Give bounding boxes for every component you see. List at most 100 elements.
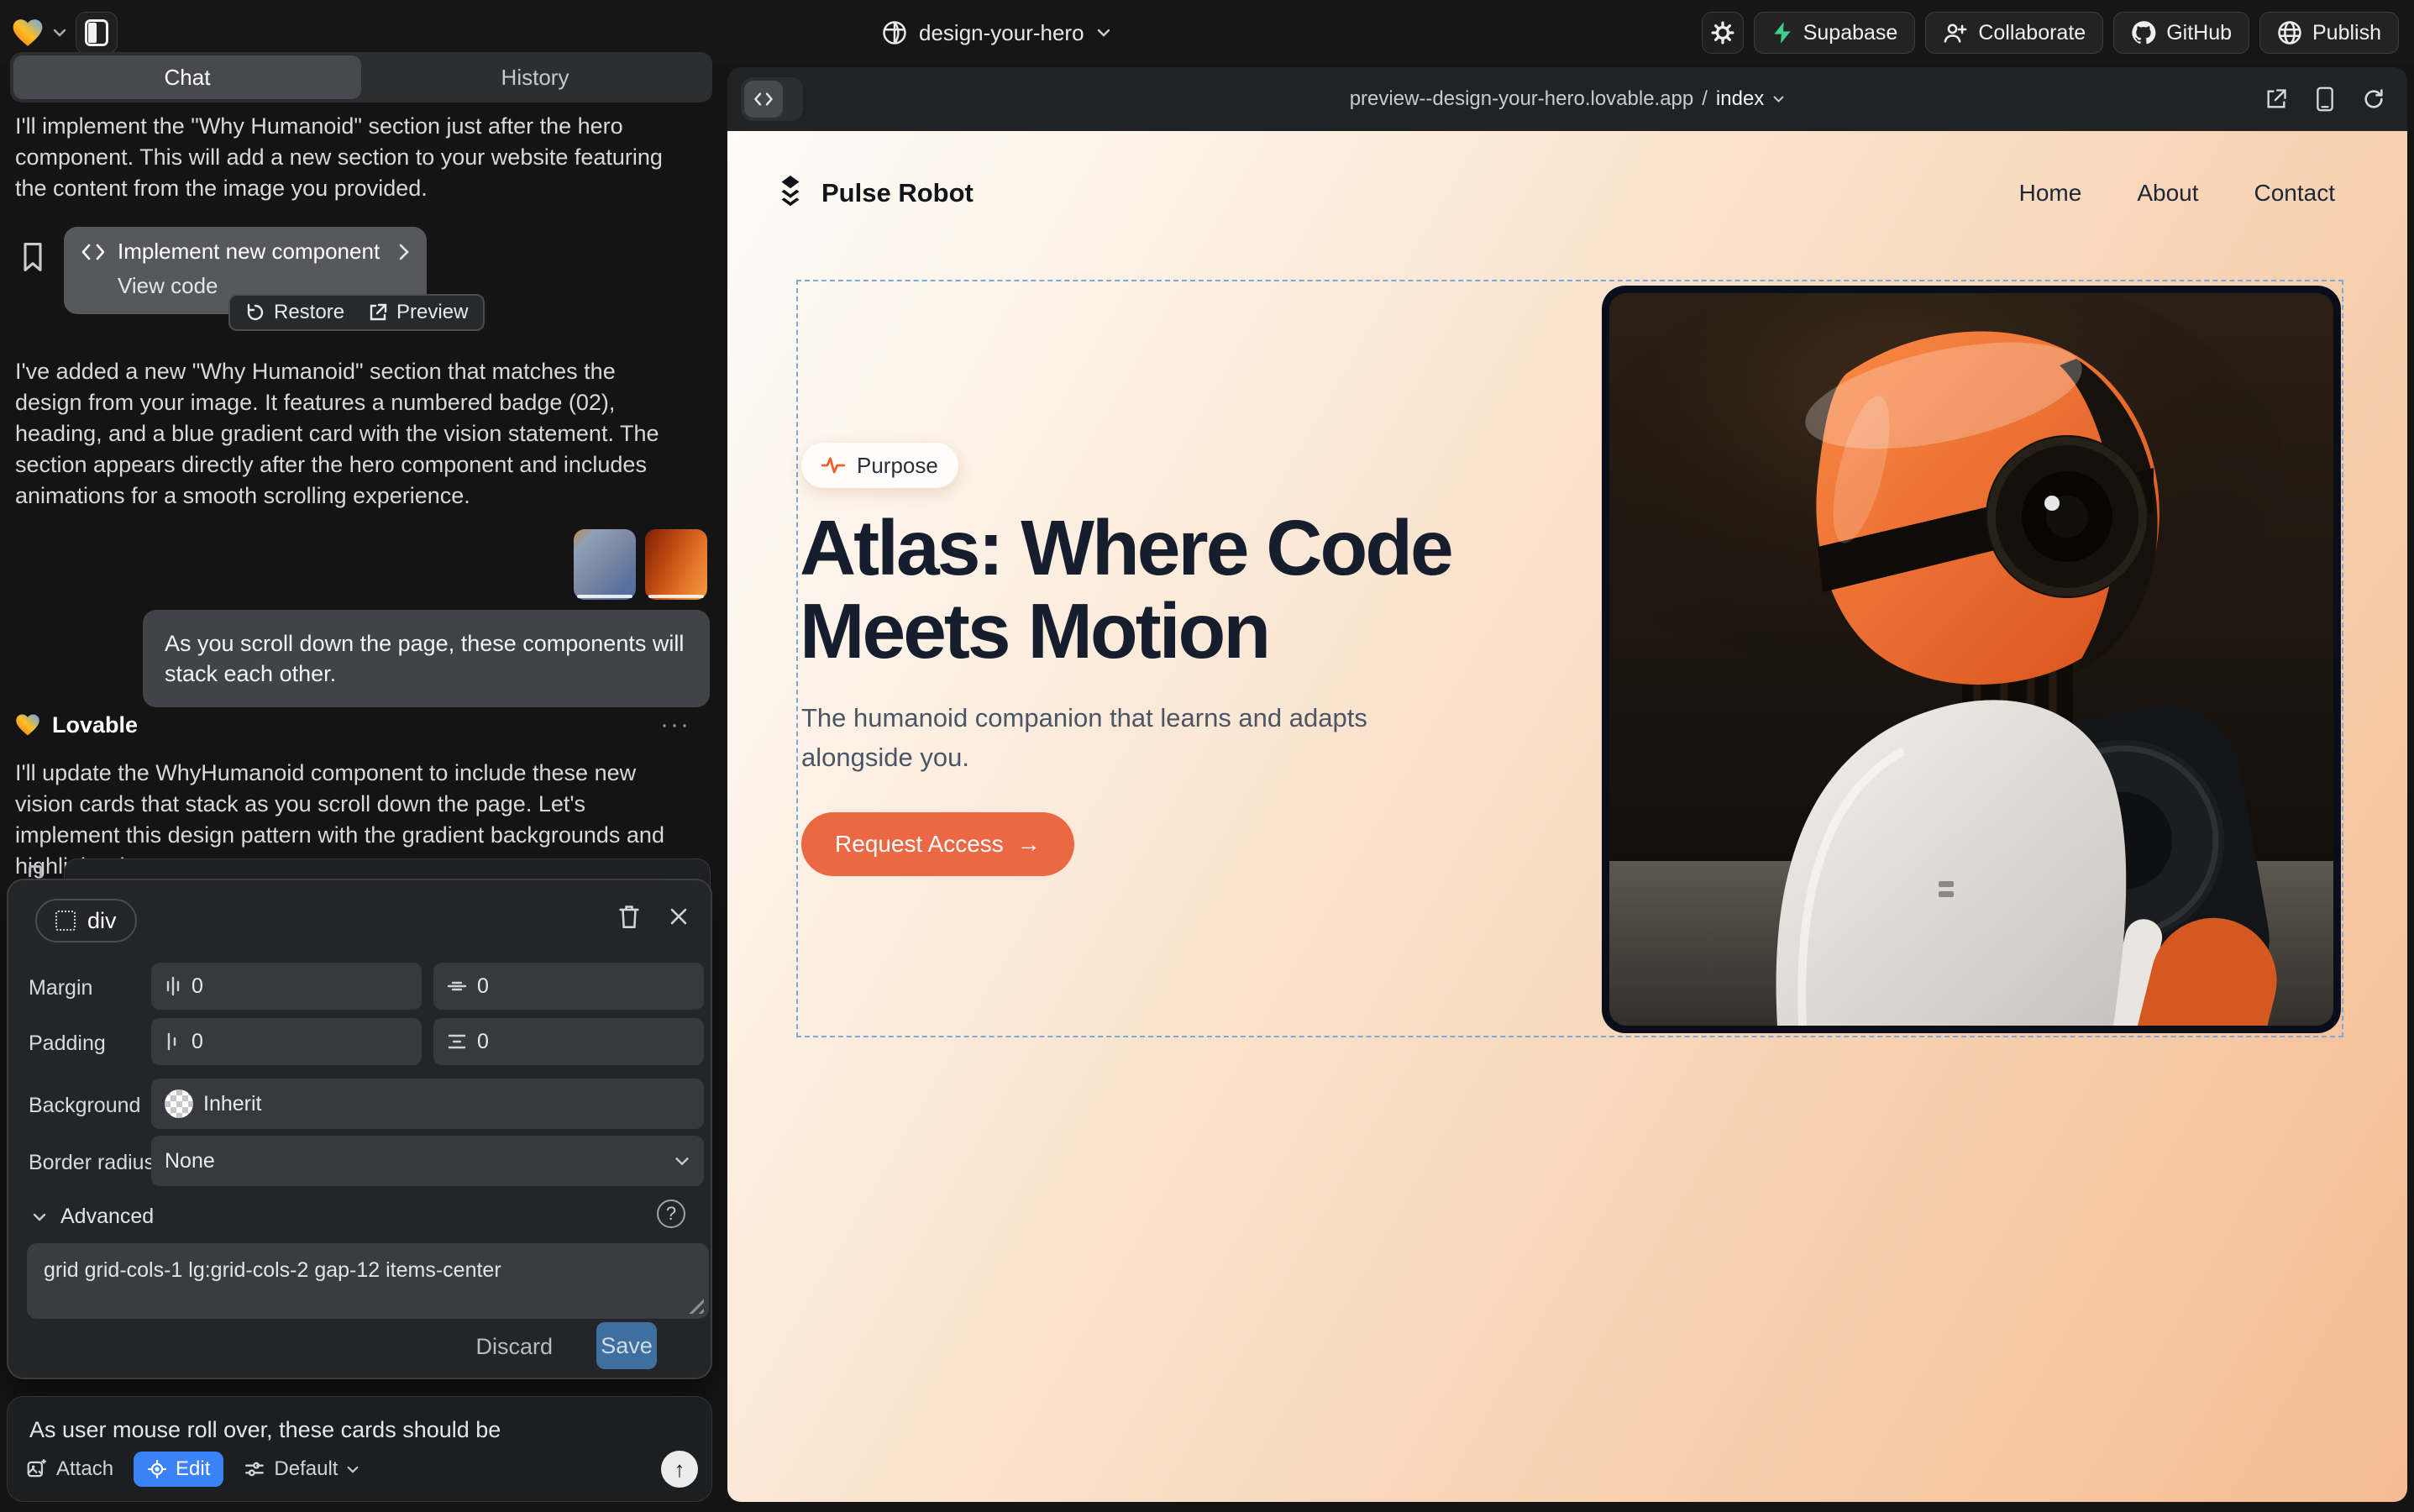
element-inspector-panel: div Margin Padding Background Inherit Bo… bbox=[7, 879, 712, 1379]
nav-contact[interactable]: Contact bbox=[2254, 180, 2336, 207]
chevron-down-icon[interactable] bbox=[52, 28, 67, 38]
code-icon bbox=[81, 243, 106, 261]
chevron-down-icon bbox=[674, 1156, 690, 1167]
sidebar-toggle-button[interactable] bbox=[76, 12, 118, 54]
hero-image-card bbox=[1602, 286, 2341, 1033]
edit-mode-button[interactable]: Edit bbox=[134, 1452, 223, 1487]
trash-icon[interactable] bbox=[618, 904, 640, 929]
site-preview: Pulse Robot Home About Contact Purpose A… bbox=[727, 131, 2407, 1502]
chat-composer[interactable]: As user mouse roll over, these cards sho… bbox=[7, 1396, 712, 1502]
bookmark-icon[interactable] bbox=[22, 242, 44, 272]
restore-icon bbox=[245, 302, 265, 323]
element-tag: div bbox=[87, 908, 117, 934]
transparency-swatch-icon bbox=[165, 1089, 193, 1118]
github-button[interactable]: GitHub bbox=[2113, 12, 2249, 54]
globe-icon bbox=[882, 20, 907, 45]
preview-toolbar: preview--design-your-hero.lovable.app / … bbox=[727, 67, 2407, 131]
site-brand[interactable]: Pulse Robot bbox=[773, 174, 973, 213]
discard-button[interactable]: Discard bbox=[475, 1334, 553, 1360]
site-nav: Home About Contact bbox=[2019, 180, 2335, 207]
arrow-right-icon: → bbox=[1017, 831, 1041, 858]
mobile-view-button[interactable] bbox=[2315, 87, 2335, 112]
settings-button[interactable] bbox=[1702, 12, 1744, 54]
sliders-icon bbox=[244, 1459, 265, 1479]
tab-chat[interactable]: Chat bbox=[13, 55, 361, 99]
project-name: design-your-hero bbox=[919, 20, 1084, 46]
attachment-thumbnail-orange[interactable] bbox=[645, 529, 707, 600]
nav-home[interactable]: Home bbox=[2019, 180, 2082, 207]
preview-url-bar[interactable]: preview--design-your-hero.lovable.app / … bbox=[727, 67, 2407, 131]
external-link-icon bbox=[368, 302, 388, 323]
border-radius-value: None bbox=[165, 1149, 215, 1173]
hero-heading: Atlas: Where Code Meets Motion bbox=[800, 507, 1451, 673]
hero-subtext: The humanoid companion that learns and a… bbox=[801, 698, 1423, 777]
project-switcher[interactable]: design-your-hero bbox=[882, 0, 1111, 66]
preview-url: preview--design-your-hero.lovable.app bbox=[1350, 87, 1694, 111]
padding-y-icon bbox=[447, 1033, 467, 1050]
purpose-badge: Purpose bbox=[801, 443, 958, 488]
save-button[interactable]: Save bbox=[596, 1322, 657, 1369]
margin-vertical-input bbox=[477, 974, 690, 999]
dots-menu-icon[interactable]: ··· bbox=[660, 711, 690, 739]
background-field[interactable]: Inherit bbox=[151, 1079, 704, 1129]
margin-horizontal-field[interactable] bbox=[151, 963, 422, 1010]
preview-button[interactable]: Preview bbox=[368, 301, 468, 324]
lovable-heart-icon[interactable] bbox=[12, 18, 44, 48]
close-icon[interactable] bbox=[669, 906, 689, 927]
publish-globe-icon bbox=[2277, 20, 2302, 45]
advanced-classes-area: grid grid-cols-1 lg:grid-cols-2 gap-12 i… bbox=[27, 1243, 709, 1319]
send-button[interactable]: ↑ bbox=[661, 1451, 698, 1488]
heart-icon bbox=[15, 713, 40, 737]
border-radius-label: Border radius bbox=[29, 1151, 155, 1175]
help-icon[interactable]: ? bbox=[657, 1200, 685, 1228]
site-header: Pulse Robot Home About Contact bbox=[773, 160, 2335, 227]
preview-pane: preview--design-your-hero.lovable.app / … bbox=[727, 67, 2407, 1502]
padding-x-icon bbox=[165, 1032, 181, 1052]
collaborate-icon bbox=[1943, 21, 1968, 45]
refresh-button[interactable] bbox=[2362, 87, 2385, 111]
send-arrow-icon: ↑ bbox=[674, 1457, 685, 1483]
composer-input[interactable]: As user mouse roll over, these cards sho… bbox=[29, 1417, 685, 1443]
open-external-button[interactable] bbox=[2264, 87, 2288, 111]
padding-horizontal-field[interactable] bbox=[151, 1018, 422, 1065]
supabase-icon bbox=[1771, 21, 1793, 45]
margin-x-icon bbox=[165, 976, 181, 996]
padding-label: Padding bbox=[29, 1032, 106, 1056]
mode-selector[interactable]: Default bbox=[244, 1457, 359, 1481]
nav-about[interactable]: About bbox=[2137, 180, 2198, 207]
background-value: Inherit bbox=[203, 1092, 261, 1116]
assistant-message-2: I've added a new "Why Humanoid" section … bbox=[15, 356, 687, 512]
background-label: Background bbox=[29, 1094, 140, 1118]
attachment-thumbnail-blue[interactable] bbox=[574, 529, 636, 600]
selected-element-chip[interactable]: div bbox=[35, 899, 137, 942]
tool-card-title: Implement new component bbox=[118, 239, 380, 265]
restore-button[interactable]: Restore bbox=[245, 301, 344, 324]
border-radius-select[interactable]: None bbox=[151, 1136, 704, 1186]
collaborate-button[interactable]: Collaborate bbox=[1925, 12, 2103, 54]
advanced-toggle[interactable]: Advanced bbox=[32, 1205, 154, 1229]
publish-button[interactable]: Publish bbox=[2259, 12, 2399, 54]
preview-page: index bbox=[1716, 87, 1764, 111]
chat-history-tabs: Chat History bbox=[10, 52, 712, 102]
supabase-button[interactable]: Supabase bbox=[1754, 12, 1916, 54]
robot-image bbox=[1609, 293, 2333, 1026]
margin-label: Margin bbox=[29, 976, 92, 1000]
margin-horizontal-input bbox=[192, 974, 408, 999]
user-message-bubble: As you scroll down the page, these compo… bbox=[143, 610, 710, 707]
bookmark-icon bbox=[29, 865, 42, 877]
attach-button[interactable]: Attach bbox=[26, 1457, 113, 1481]
tab-history[interactable]: History bbox=[361, 55, 709, 99]
agent-name: Lovable bbox=[52, 712, 138, 738]
attach-image-icon bbox=[26, 1458, 48, 1480]
chevron-down-icon bbox=[1772, 95, 1785, 103]
stack-logo-icon bbox=[773, 174, 808, 213]
assistant-message-1: I'll implement the "Why Humanoid" sectio… bbox=[15, 111, 687, 204]
pulse-icon bbox=[821, 455, 845, 475]
advanced-classes-input[interactable]: grid grid-cols-1 lg:grid-cols-2 gap-12 i… bbox=[27, 1243, 709, 1319]
margin-y-icon bbox=[447, 978, 467, 995]
request-access-button[interactable]: Request Access → bbox=[801, 812, 1074, 876]
chevron-right-icon bbox=[398, 243, 410, 261]
margin-vertical-field[interactable] bbox=[433, 963, 704, 1010]
restore-preview-bar: Restore Preview bbox=[228, 294, 485, 331]
padding-vertical-field[interactable] bbox=[433, 1018, 704, 1065]
